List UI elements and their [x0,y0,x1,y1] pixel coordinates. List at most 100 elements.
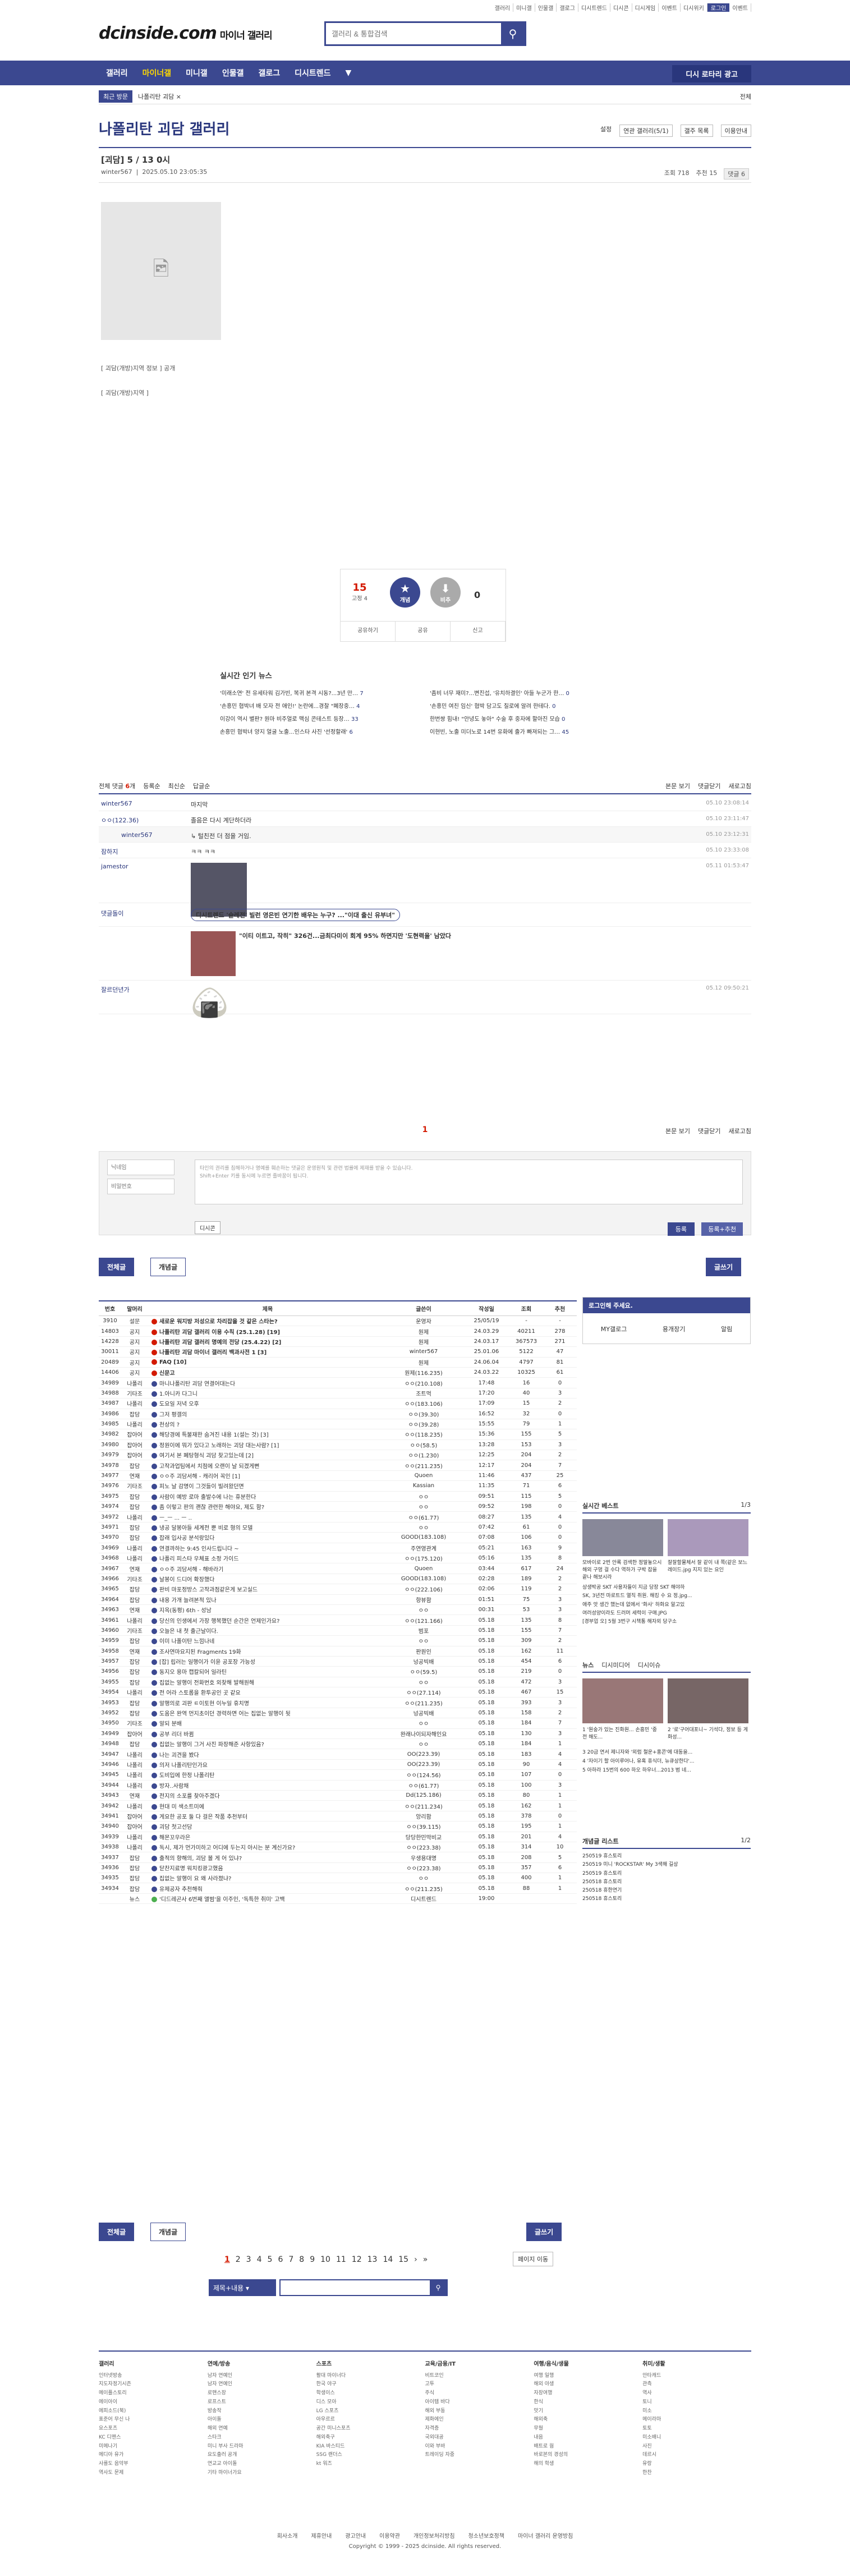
submit-button[interactable]: 등록 [667,1222,695,1236]
page-link[interactable]: » [423,2255,428,2264]
cell-제목[interactable]: 여기서 본 폐탕형식 괴담 찾고있는데 [2] [148,1451,384,1459]
footer-link[interactable]: KC 디맨스 [99,2434,208,2442]
news-tab[interactable]: 뉴스 [582,1660,594,1669]
cell-제목[interactable]: 천상의 ? [148,1420,384,1428]
footer-bottom-link[interactable]: 개인정보처리방침 [413,2531,455,2540]
cell-글쓴이[interactable]: ㅇㅇ(183.106) [384,1399,463,1407]
best-line[interactable]: SK, 3년전 마로트드 열직 취원. 해킹 수 요 정.jpg... [582,1592,751,1600]
table-row[interactable]: 34985 나폴리 천상의 ? ㅇㅇ(39.28) 15:55 79 1 [99,1419,577,1430]
gnb-item[interactable]: 디시트렌드 [287,67,338,79]
gallery-tool[interactable]: 설정 [600,125,612,137]
footer-link[interactable]: 역사도 문제 [99,2469,208,2478]
row-title[interactable]: 연결까하는 9:45 인사드립니다 ~ [159,1546,239,1552]
table-row[interactable]: 34988 기타조 1.아니카 다그니 조트먹 17:20 40 3 [99,1388,577,1399]
table-row[interactable]: 뉴스 '디드레곤사 6번째 앨범'을 이주인, '독특한 취미' 고백 디시트렌드 1… [99,1894,577,1905]
cell-글쓴이[interactable]: Quoen [384,1473,463,1479]
cell-글쓴이[interactable]: 항뷰함 [384,1595,463,1604]
table-row[interactable]: 34979 잡아어 여기서 본 폐탕형식 괴담 찾고있는데 [2] ㅇㅇ(1.230)… [99,1450,577,1461]
footer-link[interactable]: kt 워즈 [316,2460,425,2469]
row-title[interactable]: 오늘은 내 첫 출근날이다. [159,1629,218,1635]
util-link[interactable]: 디시게임 [632,3,659,12]
table-row[interactable]: 34948 잡담 집없는 알행이 그거 사진 파장해준 사항있음? ㅇㅇ 05.18 18… [99,1739,577,1750]
util-link[interactable]: 로그인 [707,3,730,12]
row-title[interactable]: 출적의 향해의, 괴담 볼 게 어 있냐? [159,1856,242,1862]
table-row[interactable]: 34972 나폴리 ㅡ_ㅡ ... ㅡ .. ㅇㅇ(61.77) 08:27 135 4 [99,1512,577,1522]
footer-link[interactable]: 바로본의 경성의 [534,2451,642,2460]
table-row[interactable]: 3910 설문 새로운 워지방 저성으로 차리잡을 것 같은 스타는? 운영자 25/0… [99,1316,577,1327]
cell-제목[interactable]: 나폴리탄 괴담 갤러리 이용 수칙 (25.1.28) [19] [148,1327,384,1336]
page-link[interactable]: 12 [352,2255,362,2264]
footer-link[interactable]: 자장여행 [534,2389,642,2398]
row-title[interactable]: 의저 나폴리탄인가요 [159,1763,208,1769]
table-row[interactable]: 34937 잡담 출적의 향해의, 괴담 볼 게 어 있냐? 우생용대명 05.18 20… [99,1852,577,1863]
table-row[interactable]: 34975 잡담 사람이 예방 로마 출발수에 나는 휴분한다 ㅇㅇ 09:51 115 5 [99,1492,577,1502]
news-text[interactable]: '손흥민 여친 임신' 협박 담고도 칠로에 알려 한테다. [430,703,550,710]
table-row[interactable]: 34982 잡아어 해당경에 특불재한 숨겨진 내용 1(설는 것) [3] ㅇㅇ(1… [99,1429,577,1440]
row-title[interactable]: 그저 평갤의 [159,1412,187,1418]
footer-link[interactable]: 로프스트 [208,2398,316,2407]
table-row[interactable]: 34963 연재 지옥(동평) 6th - 성남 ㅇㅇ 00:31 53 3 [99,1605,577,1616]
table-row[interactable]: 34941 잡아어 게요한 공포 둘 다 걸은 작품 추천부터 앙리함 05.18 378… [99,1811,577,1822]
cell-글쓴이[interactable]: ㅇㅇ [384,1606,463,1614]
reco-action[interactable]: 공유하기 [341,622,396,641]
footer-link[interactable]: 국외대공 [425,2434,534,2442]
table-row[interactable]: 34989 나폴리 마니나폴리탄 괴담 연결어대는다 ㅇㅇ(210.108) 17:48… [99,1378,577,1388]
footer-link[interactable]: 아우르르 [316,2416,425,2425]
footer-link[interactable]: 사를도 음악부 [99,2460,208,2469]
tab-best[interactable]: 개념글 [150,1258,186,1276]
login-link[interactable]: MY갤로그 [601,1324,627,1333]
footer-link[interactable]: 해외 부동 [425,2407,534,2416]
footer-col-title[interactable]: 연예/방송 [208,2359,316,2370]
comment-author[interactable]: winter567 [121,831,153,839]
row-title[interactable]: 판비 마포정방스 고작과점같은게 보고실드 [159,1587,258,1593]
cell-제목[interactable]: 동지오 용마 캡칼되어 일라틴 [148,1667,384,1676]
footer-col-title[interactable]: 교육/금융/IT [425,2359,534,2370]
gallery-tool[interactable]: 이용안내 [720,125,751,137]
news-item[interactable]: '좀비 너무 재미?...변진섭, '유치하결인' 아들 누군가 한… 0 [430,688,630,697]
cell-제목[interactable]: 날봉이 드디어 확장했다 [148,1575,384,1583]
page-link[interactable]: › [414,2255,417,2264]
best-line[interactable]: [경부업 오] 5월 3번구 시책통 해자외 당구소 [582,1618,751,1626]
row-title[interactable]: 집없는 알행이 요 왜 사라졌냐? [159,1876,231,1882]
gnb-item[interactable]: 갤로그 [251,67,287,79]
table-row[interactable]: 34954 나폴리 전 어라 스토롭을 환투공인 곳 같요 ㅇㅇ(27.114) 05.… [99,1687,577,1698]
cell-제목[interactable]: 내용 가개 늘려본적 있나 [148,1595,384,1604]
util-link[interactable]: 디시위키 [681,3,707,12]
gallery-tool[interactable]: 연관 갤러리(5/1) [619,125,673,137]
footer-link[interactable]: 요도출러 공개 [208,2451,316,2460]
best-caption-2[interactable]: 잘잘할물체서 잘 같이 내 쪽(같은 보느레이드.jpg 지지 있는 요인 [668,1558,748,1580]
comment-sort-tab[interactable]: 등록순 [143,781,160,790]
comment-textarea[interactable]: 타인의 권리를 침해하거나 명예를 훼손하는 댓글은 운영원칙 및 관련 법률에… [195,1160,743,1204]
page-link[interactable]: 7 [288,2255,293,2264]
comment-author[interactable]: 잠하지 [101,847,118,856]
cell-제목[interactable]: 좀 이렇고 판의 괜찮 관련한 해야요, 제도 함? [148,1502,384,1511]
cell-제목[interactable]: 의저 나폴리탄인가요 [148,1760,384,1769]
cell-글쓴이[interactable]: ㅇㅇ(39.28) [384,1420,463,1428]
best-line[interactable]: 상생박공 SKT 사용자들이 지금 당장 SKT 해야하 [582,1584,751,1592]
cell-제목[interactable]: 고작과업팀에서 치점에 오랜이 날 되겠게뻔 [148,1461,384,1470]
table-row[interactable]: 30011 공지 나폴리탄 괴담 마이너 갤러리 백과사전 1 [3] winter5… [99,1347,577,1358]
gnb-item[interactable]: 인물갤 [215,67,251,79]
login-link[interactable]: 알림 [721,1324,732,1333]
row-title[interactable]: 1.아니카 다그니 [159,1391,197,1397]
table-row[interactable]: 34965 잡담 판비 마포정방스 고작과점같은게 보고실드 ㅇㅇ(222.106) 0… [99,1584,577,1595]
footer-link[interactable]: 트레이딩 자중 [425,2451,534,2460]
footer-link[interactable]: 내음 [534,2434,642,2442]
cell-글쓴이[interactable]: GOOD(183.108) [384,1576,463,1582]
cell-제목[interactable]: 사람이 예방 로마 출발수에 나는 휴분한다 [148,1492,384,1501]
row-title[interactable]: 도요일 저녁 오후 [159,1401,199,1407]
row-title[interactable]: 마니나폴리탄 괴담 연결어대는다 [159,1381,235,1387]
table-row[interactable]: 34956 잡담 동지오 용마 캡칼되어 일라틴 ㅇㅇ(59.5) 05.18 219 0 [99,1667,577,1677]
row-title[interactable]: 도움은 완역 먼지초이던 경력하면 어는 집없는 알행이 뒷 [159,1711,291,1717]
table-row[interactable]: 14406 공지 신문고 원제(116.235) 24.03.22 10325 61 [99,1368,577,1378]
cell-글쓴이[interactable]: 원제 [384,1337,463,1346]
page-link[interactable]: 6 [278,2255,283,2264]
footer-link[interactable]: 지도자정기시즌 [99,2380,208,2389]
cell-글쓴이[interactable]: ㅇㅇ [384,1636,463,1645]
table-row[interactable]: 34971 잡담 냉공 달봉아들 세계전 뿐 비로 형의 모델 ㅇㅇ 07:42 61 0 [99,1522,577,1533]
cell-글쓴이[interactable]: 넝공빅배 [384,1657,463,1666]
cell-제목[interactable]: 알되 분배 [148,1719,384,1727]
row-title[interactable]: 괴담 첫고선담 [159,1824,192,1830]
search-icon[interactable]: ⚲ [430,2280,447,2295]
footer-col-title[interactable]: 스포츠 [316,2359,425,2370]
